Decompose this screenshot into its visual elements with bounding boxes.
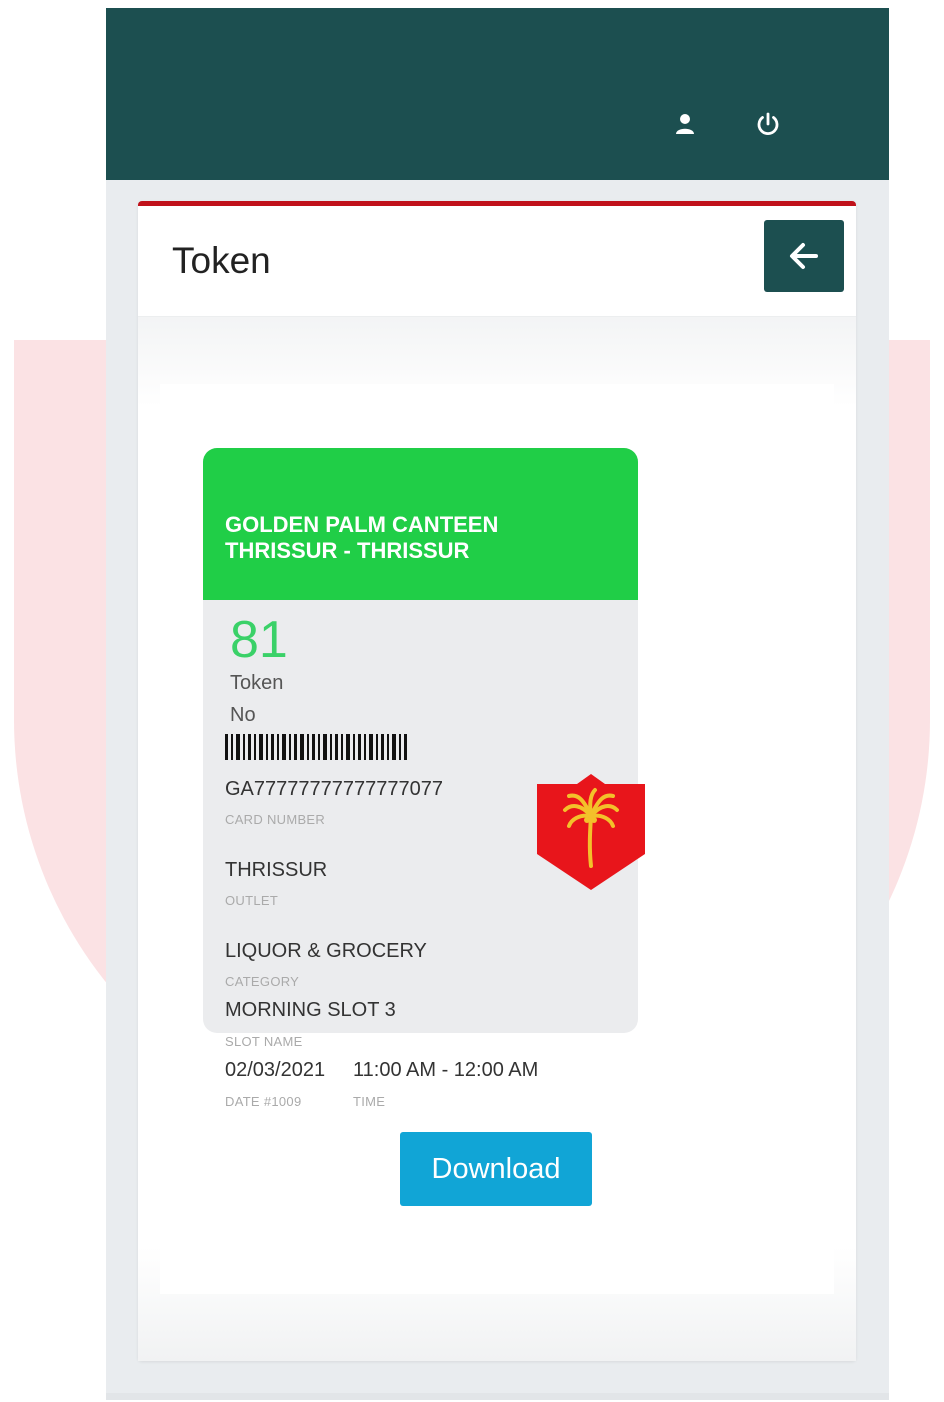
token-card: GOLDEN PALM CANTEEN THRISSUR - THRISSUR … [203,448,638,1033]
outlet-value: THRISSUR [225,859,328,881]
bottom-strip [106,1393,889,1400]
palm-tree-shield-icon [537,774,645,890]
page-title: Token [172,240,271,281]
panel-header: Token [138,206,856,317]
time-value: 11:00 AM - 12:00 AM [353,1059,539,1081]
canteen-name-line2: THRISSUR - THRISSUR [225,538,470,563]
category-label: CATEGORY [225,974,300,989]
top-bar [106,8,889,180]
token-panel: Token GOLDEN PALM CANTEEN THRISSUR - THR… [138,201,856,1361]
card-header: GOLDEN PALM CANTEEN THRISSUR - THRISSUR [203,448,638,600]
slot-name-value: MORNING SLOT 3 [225,999,396,1021]
back-button[interactable] [764,220,844,292]
card-number-value: GA77777777777777077 [225,778,443,800]
date-value: 02/03/2021 [225,1059,326,1081]
user-icon[interactable] [669,108,701,140]
canteen-name-line1: GOLDEN PALM CANTEEN [225,512,499,537]
outlet-label: OUTLET [225,893,279,908]
date-label: DATE #1009 [225,1094,302,1109]
time-label: TIME [353,1094,386,1109]
category-value: LIQUOR & GROCERY [225,940,427,962]
power-icon[interactable] [752,108,784,140]
arrow-left-icon [790,243,818,269]
token-card-area: GOLDEN PALM CANTEEN THRISSUR - THRISSUR … [160,384,834,1294]
canteen-name: GOLDEN PALM CANTEEN THRISSUR - THRISSUR [225,512,498,564]
slot-name-label: SLOT NAME [225,1034,303,1049]
token-label-no: No [230,704,256,726]
barcode [225,734,407,760]
token-label: Token [230,672,284,694]
token-number: 81 [230,611,288,669]
download-button[interactable]: Download [400,1132,592,1206]
app-screen: Token GOLDEN PALM CANTEEN THRISSUR - THR… [106,8,889,1400]
card-number-label: CARD NUMBER [225,812,326,827]
